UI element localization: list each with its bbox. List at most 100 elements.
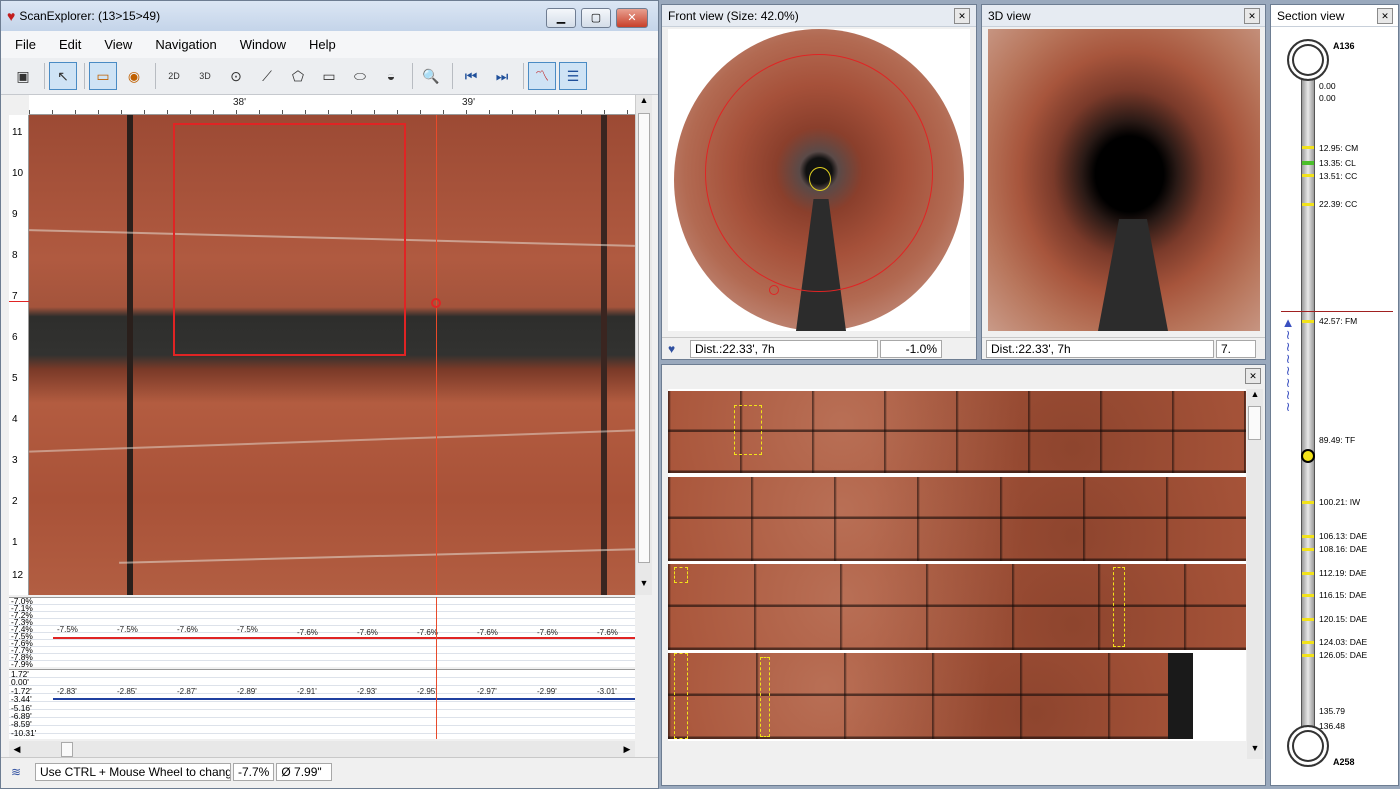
scroll-thumb[interactable] <box>1248 406 1261 440</box>
pointer-icon[interactable]: ↖ <box>49 62 77 90</box>
current-position-marker[interactable] <box>1301 449 1315 463</box>
selection-rectangle[interactable] <box>173 123 406 356</box>
menu-help[interactable]: Help <box>309 37 336 52</box>
unfold-view-icon[interactable]: ▭ <box>89 62 117 90</box>
position-marker[interactable] <box>769 285 779 295</box>
maximize-button[interactable]: ▢ <box>581 8 611 28</box>
menu-file[interactable]: File <box>15 37 36 52</box>
previous-icon[interactable]: ⏮ <box>457 62 485 90</box>
crack <box>29 429 635 453</box>
menu-edit[interactable]: Edit <box>59 37 81 52</box>
minimize-button[interactable]: ▁ <box>546 8 576 28</box>
unfolded-scan-image[interactable] <box>29 115 635 595</box>
detection-box[interactable] <box>760 657 770 737</box>
value-label: -7.5% <box>117 625 138 634</box>
scroll-up-icon[interactable]: ▲ <box>1247 389 1263 405</box>
strip-view-titlebar: ✕ <box>662 365 1265 387</box>
detection-box[interactable] <box>674 653 688 739</box>
strip-vertical-scrollbar[interactable]: ▲ ▼ <box>1247 389 1263 759</box>
measure-3d-icon[interactable]: 3D <box>191 62 219 90</box>
scroll-down-icon[interactable]: ▼ <box>636 578 652 595</box>
view3d-close-icon[interactable]: ✕ <box>1244 8 1260 24</box>
marker-tick[interactable] <box>1302 594 1314 597</box>
strip-row-4[interactable] <box>668 653 1193 739</box>
marker-tick[interactable] <box>1302 618 1314 621</box>
scroll-thumb[interactable] <box>638 113 650 563</box>
value-label: -7.6% <box>357 628 378 637</box>
front-view-close-icon[interactable]: ✕ <box>954 8 970 24</box>
marker-tick[interactable] <box>1302 535 1314 538</box>
menu-navigation[interactable]: Navigation <box>155 37 216 52</box>
graph2-axis: 1.72' 0.00' -1.72' -3.44' -5.16' -6.89' … <box>11 670 51 738</box>
y-label: 1 <box>12 537 18 548</box>
scroll-left-icon[interactable]: ◀ <box>9 741 25 758</box>
marker-tick[interactable] <box>1302 203 1314 206</box>
toolbar-separator <box>155 63 156 89</box>
marker-label: 124.03: DAE <box>1319 637 1368 647</box>
rectangle-icon[interactable]: ▭ <box>315 62 343 90</box>
value-label: -2.99' <box>537 687 557 696</box>
strip-row-3[interactable] <box>668 564 1246 650</box>
y-label: 11 <box>12 127 23 138</box>
zoom-icon[interactable]: 🔍 <box>417 62 445 90</box>
view3d-image[interactable] <box>988 29 1260 331</box>
next-icon[interactable]: ⏭ <box>488 62 516 90</box>
detection-box[interactable] <box>1113 567 1125 647</box>
y-label: 4 <box>12 414 18 425</box>
tool-icon: ♥ <box>668 341 676 356</box>
close-button[interactable]: ✕ <box>616 8 648 28</box>
value-label: -2.97' <box>477 687 497 696</box>
strip-view-close-icon[interactable]: ✕ <box>1245 368 1261 384</box>
cursor-point[interactable] <box>431 298 441 308</box>
vertical-ruler: 11 10 9 8 7 6 5 4 3 2 1 12 <box>9 115 29 595</box>
crack <box>119 548 635 564</box>
marker-tick[interactable] <box>1302 161 1314 165</box>
marker-tick[interactable] <box>1302 146 1314 149</box>
toolbar-separator <box>84 63 85 89</box>
detection-box[interactable] <box>674 567 688 583</box>
toolbar-separator <box>44 63 45 89</box>
graph-icon[interactable]: 〽 <box>528 62 556 90</box>
marker-tick[interactable] <box>1302 174 1314 177</box>
view3d-dist: Dist.:22.33', 7h <box>986 339 1214 358</box>
marker-label: 13.35: CL <box>1319 158 1356 168</box>
strip-row-2[interactable] <box>668 477 1246 561</box>
marker-tick[interactable] <box>1302 654 1314 657</box>
polygon-icon[interactable]: ⬠ <box>284 62 312 90</box>
flow-direction-icon: ▲ ≀ ≀ ≀ ≀ ≀ ≀ ≀ <box>1281 315 1295 414</box>
polyline-icon[interactable]: ⟋ <box>253 62 281 90</box>
vertical-scrollbar[interactable]: ▲ ▼ <box>635 95 652 595</box>
detection-box[interactable] <box>734 405 762 455</box>
split-view-icon[interactable]: ☰ <box>559 62 587 90</box>
measure-2d-icon[interactable]: 2D <box>160 62 188 90</box>
y-label: 3 <box>12 455 18 466</box>
horizontal-scrollbar[interactable]: ◀ ▶ <box>9 741 635 758</box>
menu-window[interactable]: Window <box>240 37 286 52</box>
y-label: 12 <box>12 570 24 581</box>
y-label: 2 <box>12 496 18 507</box>
menu-bar: File Edit View Navigation Window Help <box>1 31 658 58</box>
strip-view-window: ✕ ▲ ▼ <box>661 364 1266 786</box>
front-view-image[interactable] <box>668 29 970 331</box>
scroll-up-icon[interactable]: ▲ <box>636 95 652 112</box>
ruler-label-39: 39' <box>462 97 476 108</box>
front-view-status: ♥ Dist.:22.33', 7h -1.0% <box>662 337 976 359</box>
menu-view[interactable]: View <box>104 37 132 52</box>
scroll-thumb[interactable] <box>61 742 73 757</box>
ruler-marker <box>9 301 29 302</box>
marker-label: 42.57: FM <box>1319 316 1358 326</box>
half-circle-icon[interactable]: ◒ <box>377 62 405 90</box>
scroll-down-icon[interactable]: ▼ <box>1247 743 1263 759</box>
scroll-right-icon[interactable]: ▶ <box>619 741 635 758</box>
marker-tick[interactable] <box>1302 320 1314 323</box>
marker-tick[interactable] <box>1302 641 1314 644</box>
marker-tick[interactable] <box>1302 501 1314 504</box>
marker-label: 0.00 <box>1319 93 1336 103</box>
marker-tick[interactable] <box>1302 548 1314 551</box>
marker-tick[interactable] <box>1302 572 1314 575</box>
save-icon[interactable]: ▣ <box>9 62 37 90</box>
point-icon[interactable]: ⊙ <box>222 62 250 90</box>
ellipse-icon[interactable]: ⬭ <box>346 62 374 90</box>
marker-label: 22.39: CC <box>1319 199 1358 209</box>
front-view-icon[interactable]: ◉ <box>120 62 148 90</box>
